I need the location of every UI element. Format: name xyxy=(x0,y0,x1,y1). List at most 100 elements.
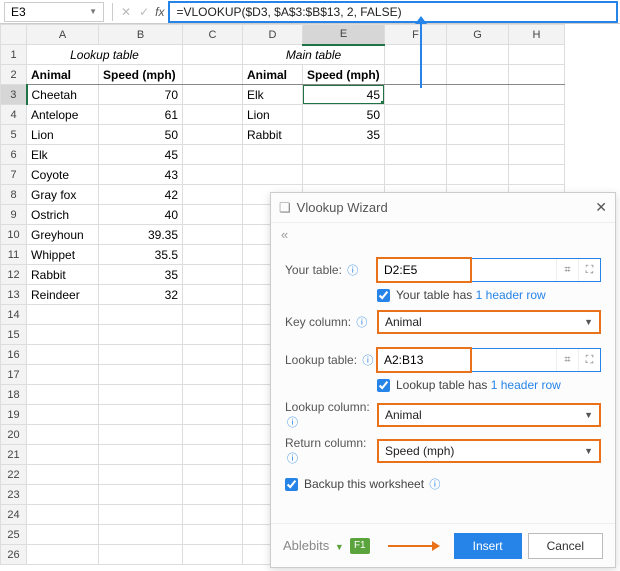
row-header[interactable]: 13 xyxy=(1,285,27,305)
row-header[interactable]: 18 xyxy=(1,385,27,405)
insert-button[interactable]: Insert xyxy=(454,533,522,559)
formula-input[interactable]: =VLOOKUP($D3, $A$3:$B$13, 2, FALSE) xyxy=(168,1,618,23)
cell[interactable]: Whippet xyxy=(27,245,99,265)
lookup-table-field[interactable] xyxy=(378,349,556,371)
cell[interactable] xyxy=(509,85,565,105)
cell[interactable] xyxy=(447,65,509,85)
cell[interactable]: 45 xyxy=(303,85,385,105)
cell[interactable]: Animal xyxy=(27,65,99,85)
row-header[interactable]: 2 xyxy=(1,65,27,85)
column-header[interactable]: B xyxy=(99,25,183,45)
cell[interactable]: 32 xyxy=(99,285,183,305)
cell[interactable] xyxy=(99,345,183,365)
cell[interactable]: Rabbit xyxy=(243,125,303,145)
cell[interactable] xyxy=(183,165,243,185)
cell[interactable] xyxy=(183,145,243,165)
your-table-header-link[interactable]: 1 header row xyxy=(476,288,546,302)
cell[interactable] xyxy=(385,85,447,105)
back-icon[interactable]: « xyxy=(271,223,615,246)
row-header[interactable]: 5 xyxy=(1,125,27,145)
cell[interactable]: Ostrich xyxy=(27,205,99,225)
cell[interactable] xyxy=(183,405,243,425)
cancel-formula-icon[interactable]: ✕ xyxy=(121,5,131,19)
row-header[interactable]: 24 xyxy=(1,505,27,525)
row-header[interactable]: 26 xyxy=(1,545,27,565)
accept-formula-icon[interactable]: ✓ xyxy=(139,5,149,19)
cell[interactable] xyxy=(243,165,303,185)
cell[interactable] xyxy=(509,165,565,185)
cell[interactable]: 35 xyxy=(99,265,183,285)
cell[interactable] xyxy=(27,465,99,485)
cell[interactable] xyxy=(183,425,243,445)
cell[interactable] xyxy=(27,505,99,525)
cell[interactable] xyxy=(27,485,99,505)
cell[interactable] xyxy=(27,345,99,365)
column-header[interactable]: C xyxy=(183,25,243,45)
row-header[interactable]: 23 xyxy=(1,485,27,505)
select-range-icon[interactable]: ⌗ xyxy=(556,349,578,371)
cell[interactable]: 42 xyxy=(99,185,183,205)
cell[interactable] xyxy=(27,385,99,405)
row-header[interactable]: 10 xyxy=(1,225,27,245)
expand-icon[interactable]: ⛶ xyxy=(578,349,600,371)
cell[interactable] xyxy=(183,385,243,405)
cell[interactable] xyxy=(183,325,243,345)
cell[interactable]: 70 xyxy=(99,85,183,105)
cell[interactable] xyxy=(27,545,99,565)
your-table-input[interactable]: ⌗ ⛶ xyxy=(377,258,601,282)
cell[interactable] xyxy=(385,65,447,85)
cell[interactable] xyxy=(183,305,243,325)
cell[interactable]: Lookup table xyxy=(27,45,183,65)
row-header[interactable]: 12 xyxy=(1,265,27,285)
cell[interactable] xyxy=(27,325,99,345)
cell[interactable]: 50 xyxy=(99,125,183,145)
cell[interactable]: 40 xyxy=(99,205,183,225)
cell[interactable]: 35 xyxy=(303,125,385,145)
column-header[interactable]: E xyxy=(303,25,385,45)
cell[interactable] xyxy=(447,85,509,105)
cell[interactable] xyxy=(447,125,509,145)
cell[interactable]: Antelope xyxy=(27,105,99,125)
name-box[interactable]: E3 ▼ xyxy=(4,2,104,22)
cell[interactable]: 50 xyxy=(303,105,385,125)
row-header[interactable]: 3 xyxy=(1,85,27,105)
row-header[interactable]: 17 xyxy=(1,365,27,385)
cell[interactable] xyxy=(183,525,243,545)
row-header[interactable]: 7 xyxy=(1,165,27,185)
cell[interactable] xyxy=(183,45,243,65)
cell[interactable] xyxy=(27,525,99,545)
column-header[interactable]: H xyxy=(509,25,565,45)
cell[interactable] xyxy=(183,105,243,125)
cell[interactable] xyxy=(183,445,243,465)
cell[interactable]: Coyote xyxy=(27,165,99,185)
cell[interactable]: Greyhoun xyxy=(27,225,99,245)
cell[interactable] xyxy=(447,145,509,165)
row-header[interactable]: 21 xyxy=(1,445,27,465)
column-header[interactable]: G xyxy=(447,25,509,45)
lookup-table-input[interactable]: ⌗ ⛶ xyxy=(377,348,601,372)
row-header[interactable]: 1 xyxy=(1,45,27,65)
fx-icon[interactable]: fx xyxy=(155,5,164,19)
row-header[interactable]: 8 xyxy=(1,185,27,205)
column-header[interactable]: D xyxy=(243,25,303,45)
your-table-header-checkbox[interactable] xyxy=(377,289,390,302)
row-header[interactable]: 15 xyxy=(1,325,27,345)
cell[interactable] xyxy=(99,365,183,385)
row-header[interactable]: 22 xyxy=(1,465,27,485)
help-icon[interactable]: ⓘ xyxy=(347,265,358,277)
cell[interactable] xyxy=(183,485,243,505)
help-icon[interactable]: ⓘ xyxy=(287,417,298,429)
cell[interactable]: Speed (mph) xyxy=(99,65,183,85)
row-header[interactable]: 19 xyxy=(1,405,27,425)
column-header[interactable]: F xyxy=(385,25,447,45)
cell[interactable] xyxy=(183,465,243,485)
cell[interactable] xyxy=(99,505,183,525)
cell[interactable] xyxy=(183,85,243,105)
cell[interactable]: Main table xyxy=(243,45,385,65)
cancel-button[interactable]: Cancel xyxy=(528,533,603,559)
cell[interactable]: Cheetah xyxy=(27,85,99,105)
lookup-table-header-link[interactable]: 1 header row xyxy=(491,378,561,392)
cell[interactable] xyxy=(99,525,183,545)
row-header[interactable]: 25 xyxy=(1,525,27,545)
row-header[interactable]: 14 xyxy=(1,305,27,325)
